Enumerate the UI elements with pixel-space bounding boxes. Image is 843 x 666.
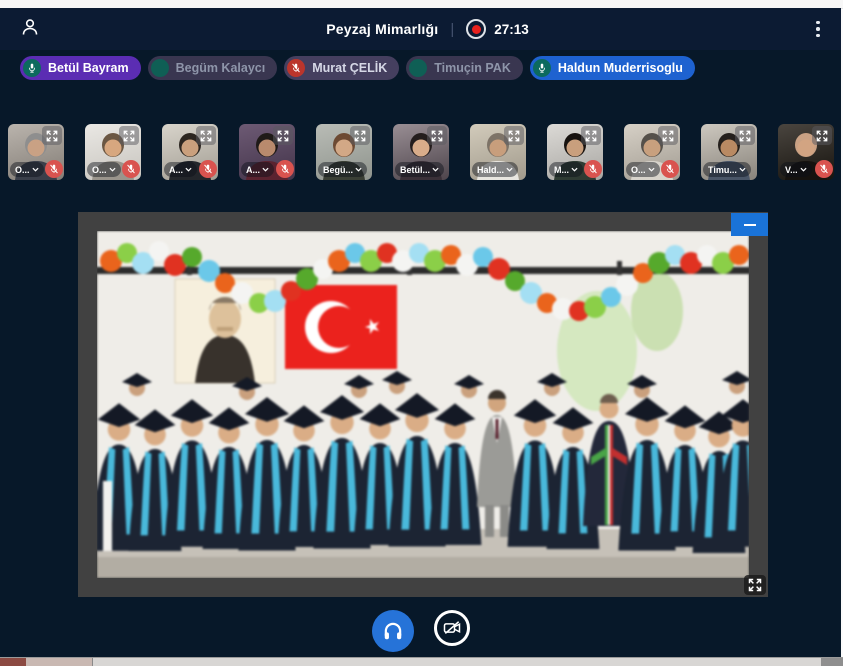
- muted-mic-badge: [276, 160, 294, 178]
- webcam-tile[interactable]: Betül...: [393, 124, 449, 180]
- muted-mic-badge: [45, 160, 63, 178]
- webcam-tile[interactable]: Begü...: [316, 124, 372, 180]
- speaker-name: Murat ÇELİK: [312, 61, 387, 75]
- speaker-pill[interactable]: Betül Bayram: [20, 56, 141, 80]
- speaker-name: Haldun Muderrisoglu: [558, 61, 683, 75]
- tile-fullscreen-icon[interactable]: [812, 126, 832, 145]
- chevron-down-icon: [109, 167, 116, 172]
- participant-name-chip[interactable]: Timu...: [703, 162, 751, 177]
- action-bar: [0, 610, 841, 652]
- chevron-down-icon: [32, 167, 39, 172]
- chevron-down-icon: [506, 167, 513, 172]
- chevron-down-icon: [739, 167, 746, 172]
- participant-name-chip[interactable]: O...: [10, 162, 44, 177]
- conference-app: Peyzaj Mimarlığı | 27:13 Betül Bayram: [0, 8, 841, 658]
- tile-fullscreen-icon[interactable]: [504, 126, 524, 145]
- chevron-down-icon: [355, 167, 362, 172]
- participant-name: O...: [15, 165, 30, 175]
- participant-name: A...: [169, 165, 183, 175]
- muted-mic-badge: [199, 160, 217, 178]
- participant-name: Hald...: [477, 165, 504, 175]
- participant-name-chip[interactable]: O...: [87, 162, 121, 177]
- window-bottom-edge: [0, 657, 843, 666]
- tile-fullscreen-icon[interactable]: [119, 126, 139, 145]
- tile-fullscreen-icon[interactable]: [735, 126, 755, 145]
- chevron-down-icon: [432, 167, 439, 172]
- muted-mic-badge: [661, 160, 679, 178]
- browser-window: Peyzaj Mimarlığı | 27:13 Betül Bayram: [0, 0, 843, 666]
- webcam-tile[interactable]: O...: [85, 124, 141, 180]
- muted-mic-badge: [122, 160, 140, 178]
- audio-headphones-button[interactable]: [372, 610, 414, 652]
- meeting-title: Peyzaj Mimarlığı: [326, 21, 438, 37]
- participant-name: A...: [246, 165, 260, 175]
- speaker-pill[interactable]: Timuçin PAK: [406, 56, 523, 80]
- recording-timer: 27:13: [494, 22, 529, 37]
- participant-name: O...: [631, 165, 646, 175]
- speaker-name: Betül Bayram: [48, 61, 129, 75]
- participant-name: Begü...: [323, 165, 353, 175]
- webcam-tile[interactable]: Timu...: [701, 124, 757, 180]
- kebab-menu-icon[interactable]: [795, 21, 841, 38]
- chevron-down-icon: [185, 167, 192, 172]
- speaker-pill-row: Betül Bayram Begüm Kalaycı Murat ÇELİK T…: [20, 56, 695, 80]
- participant-name-chip[interactable]: A...: [241, 162, 274, 177]
- mic-on-icon: [533, 59, 551, 77]
- webcam-tile[interactable]: A...: [239, 124, 295, 180]
- speaker-pill[interactable]: Begüm Kalaycı: [148, 56, 278, 80]
- webcam-tile[interactable]: M...: [547, 124, 603, 180]
- listen-only-dot-icon: [409, 59, 427, 77]
- speaker-name: Begüm Kalaycı: [176, 61, 266, 75]
- person-icon[interactable]: [20, 17, 40, 42]
- participant-name-chip[interactable]: Betül...: [395, 162, 444, 177]
- tile-fullscreen-icon[interactable]: [350, 126, 370, 145]
- top-bar: Peyzaj Mimarlığı | 27:13: [0, 8, 841, 50]
- chevron-down-icon: [262, 167, 269, 172]
- camera-off-button[interactable]: [434, 610, 470, 646]
- participant-name-chip[interactable]: Hald...: [472, 162, 518, 177]
- participant-name: V...: [785, 165, 798, 175]
- tile-fullscreen-icon[interactable]: [581, 126, 601, 145]
- webcam-tile[interactable]: O...: [624, 124, 680, 180]
- recording-indicator[interactable]: 27:13: [466, 19, 529, 39]
- webcam-tile[interactable]: Hald...: [470, 124, 526, 180]
- minimize-presentation-button[interactable]: [731, 213, 768, 236]
- tile-fullscreen-icon[interactable]: [273, 126, 293, 145]
- presentation-photo: [97, 231, 749, 578]
- participant-name: M...: [554, 165, 569, 175]
- tile-fullscreen-icon[interactable]: [658, 126, 678, 145]
- record-indicator-icon: [466, 19, 486, 39]
- participant-name-chip[interactable]: O...: [626, 162, 660, 177]
- participant-name: O...: [92, 165, 107, 175]
- participant-name-chip[interactable]: A...: [164, 162, 197, 177]
- participant-name-chip[interactable]: V...: [780, 162, 812, 177]
- muted-mic-badge: [584, 160, 602, 178]
- participant-name: Betül...: [400, 165, 430, 175]
- webcam-tile[interactable]: A...: [162, 124, 218, 180]
- listen-only-dot-icon: [151, 59, 169, 77]
- webcam-tile[interactable]: V...: [778, 124, 834, 180]
- participant-name: Timu...: [708, 165, 737, 175]
- webcam-row: O... O...: [8, 124, 834, 180]
- participant-name-chip[interactable]: M...: [549, 162, 583, 177]
- chevron-down-icon: [800, 167, 807, 172]
- mic-on-icon: [23, 59, 41, 77]
- speaker-name: Timuçin PAK: [434, 61, 511, 75]
- participant-name-chip[interactable]: Begü...: [318, 162, 367, 177]
- mic-muted-icon: [287, 59, 305, 77]
- tile-fullscreen-icon[interactable]: [196, 126, 216, 145]
- speaker-pill[interactable]: Haldun Muderrisoglu: [530, 56, 695, 80]
- chevron-down-icon: [648, 167, 655, 172]
- muted-mic-badge: [815, 160, 833, 178]
- tile-fullscreen-icon[interactable]: [42, 126, 62, 145]
- presentation-area: [78, 212, 768, 597]
- title-separator: |: [450, 21, 454, 38]
- tile-fullscreen-icon[interactable]: [427, 126, 447, 145]
- speaker-pill[interactable]: Murat ÇELİK: [284, 56, 399, 80]
- chevron-down-icon: [571, 167, 578, 172]
- presentation-fullscreen-button[interactable]: [744, 575, 766, 595]
- webcam-tile[interactable]: O...: [8, 124, 64, 180]
